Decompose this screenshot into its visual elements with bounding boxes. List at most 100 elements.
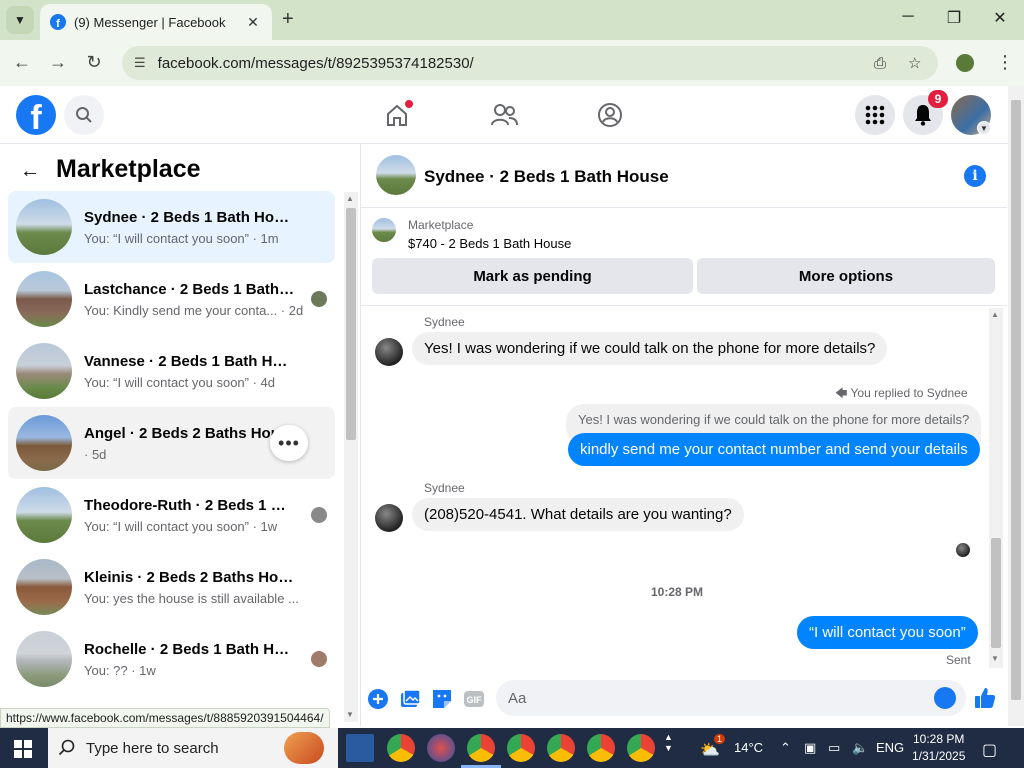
- info-icon[interactable]: i: [964, 165, 986, 187]
- conversation-preview: You: “I will contact you soon” · 1w: [84, 518, 278, 534]
- facebook-logo-icon[interactable]: f: [16, 95, 56, 135]
- listing-thumbnail: [16, 559, 72, 615]
- taskbar-scroll-arrows[interactable]: ▲ ▼: [664, 732, 673, 754]
- taskbar-app-icon[interactable]: [427, 734, 455, 762]
- mark-as-pending-button[interactable]: Mark as pending: [372, 258, 693, 294]
- listing-thumbnail: [16, 271, 72, 327]
- friends-nav[interactable]: [487, 98, 521, 132]
- conversation-item[interactable]: Sydnee · 2 Beds 1 Bath House You: “I will…: [8, 191, 335, 263]
- search-button[interactable]: [64, 95, 104, 135]
- more-actions-button[interactable]: [367, 688, 389, 710]
- gif-button[interactable]: GIF: [463, 688, 485, 710]
- address-bar[interactable]: ☰ facebook.com/messages/t/89253953741825…: [122, 46, 938, 80]
- close-window-button[interactable]: ✕: [990, 8, 1010, 28]
- start-button[interactable]: [14, 740, 32, 763]
- scrollbar-thumb[interactable]: [346, 208, 356, 440]
- chrome-icon[interactable]: [507, 734, 535, 762]
- reply-arrow-icon: 🡄: [835, 386, 851, 400]
- like-button[interactable]: [973, 686, 997, 710]
- sender-avatar[interactable]: [375, 504, 403, 532]
- chat-title[interactable]: Sydnee · 2 Beds 1 Bath House: [424, 167, 669, 187]
- message-input[interactable]: Aa: [496, 680, 966, 716]
- emoji-icon[interactable]: [934, 687, 956, 709]
- conversation-preview: You: “I will contact you soon” · 1m: [84, 230, 279, 246]
- conversation-name: Vannese · 2 Beds 1 Bath House: [84, 352, 296, 370]
- attach-photo-button[interactable]: [399, 688, 421, 710]
- scrollbar-thumb[interactable]: [1011, 100, 1021, 700]
- chat-listing-thumbnail[interactable]: [376, 155, 416, 195]
- language-indicator[interactable]: ENG: [876, 740, 904, 755]
- scroll-up-icon[interactable]: ▲: [346, 194, 354, 203]
- chevron-down-icon[interactable]: ▼: [977, 121, 991, 135]
- conversation-preview: You: “I will contact you soon” · 4d: [84, 374, 276, 390]
- conversation-item[interactable]: Rochelle · 2 Beds 1 Bath House You: ?? · …: [8, 623, 335, 695]
- scroll-up-icon[interactable]: ▲: [991, 310, 999, 319]
- chrome-icon[interactable]: [587, 734, 615, 762]
- listing-title[interactable]: $740 - 2 Beds 1 Bath House: [408, 236, 571, 251]
- menu-button[interactable]: [855, 95, 895, 135]
- tray-chevron-icon[interactable]: ⌃: [780, 740, 791, 756]
- browser-tab[interactable]: f (9) Messenger | Facebook ✕: [40, 4, 272, 40]
- chrome-icon[interactable]: [547, 734, 575, 762]
- incoming-message[interactable]: Yes! I was wondering if we could talk on…: [412, 332, 888, 365]
- browser-profile-icon[interactable]: [956, 54, 974, 72]
- listing-thumbnail: [16, 415, 72, 471]
- bookmark-star-icon[interactable]: ☆: [908, 54, 921, 72]
- more-options-button[interactable]: More options: [697, 258, 995, 294]
- sender-avatar[interactable]: [375, 338, 403, 366]
- taskbar-search-placeholder: Type here to search: [86, 739, 219, 757]
- conversation-item[interactable]: Kleinis · 2 Beds 2 Baths House You: yes t…: [8, 551, 335, 623]
- taskbar-clock[interactable]: 10:28 PM 1/31/2025: [912, 731, 965, 765]
- volume-icon[interactable]: 🔈: [852, 740, 868, 756]
- sender-name: Sydnee: [424, 481, 465, 495]
- back-button[interactable]: ←: [10, 52, 34, 73]
- incoming-message[interactable]: (208)520-4541. What details are you want…: [412, 498, 744, 531]
- outgoing-message[interactable]: “I will contact you soon”: [797, 616, 978, 649]
- thumbs-up-icon: [975, 688, 996, 708]
- network-icon[interactable]: ▭: [828, 740, 840, 756]
- forward-button[interactable]: →: [46, 52, 70, 73]
- listing-small-thumbnail[interactable]: [372, 218, 396, 242]
- seen-avatar: [311, 651, 327, 667]
- conversation-name: Theodore-Ruth · 2 Beds 1 Bat...: [84, 496, 296, 514]
- install-app-icon[interactable]: ⎙: [874, 55, 886, 72]
- chrome-icon[interactable]: [461, 734, 501, 768]
- scrollbar-thumb[interactable]: [991, 538, 1001, 648]
- plus-circle-icon: [368, 689, 388, 709]
- close-tab-icon[interactable]: ✕: [244, 14, 262, 31]
- groups-nav[interactable]: [593, 98, 627, 132]
- reply-indicator-text: You replied to Sydnee: [850, 386, 968, 400]
- page-scrollbar[interactable]: [1008, 86, 1024, 726]
- weather-temp[interactable]: 14°C: [734, 740, 763, 755]
- conversation-item[interactable]: Lastchance · 2 Beds 1 Bath Ho... You: Kin…: [8, 263, 335, 335]
- taskbar-app-icon[interactable]: [346, 734, 374, 762]
- conversation-name: Angel · 2 Beds 2 Baths House: [84, 424, 296, 442]
- message-thread-scrollbar[interactable]: ▲ ▼: [989, 308, 1003, 668]
- conversation-list-scrollbar[interactable]: ▲ ▼: [344, 192, 358, 722]
- scroll-down-icon[interactable]: ▼: [346, 710, 354, 719]
- reload-button[interactable]: ↻: [82, 52, 106, 73]
- conversation-item[interactable]: Vannese · 2 Beds 1 Bath House You: “I wil…: [8, 335, 335, 407]
- tray-device-icon[interactable]: ▣: [804, 740, 816, 756]
- minimize-button[interactable]: ─: [898, 8, 918, 26]
- gif-label: GIF: [467, 695, 483, 705]
- chrome-icon[interactable]: [387, 734, 415, 762]
- friends-icon: [491, 104, 518, 126]
- sticker-button[interactable]: [431, 688, 453, 710]
- taskbar-search[interactable]: Type here to search: [48, 728, 338, 768]
- conversation-item[interactable]: Theodore-Ruth · 2 Beds 1 Bat... You: “I w…: [8, 479, 335, 551]
- browser-menu-icon[interactable]: ⋮: [996, 52, 1014, 73]
- scroll-down-icon[interactable]: ▼: [991, 654, 999, 663]
- outgoing-message[interactable]: kindly send me your contact number and s…: [568, 433, 980, 466]
- tab-search-button[interactable]: ▼: [6, 6, 34, 34]
- site-info-icon[interactable]: ☰: [134, 55, 146, 71]
- notifications-center-icon[interactable]: ▢: [982, 740, 997, 760]
- back-arrow-icon[interactable]: ←: [20, 160, 40, 183]
- conversation-name: Kleinis · 2 Beds 2 Baths House: [84, 568, 296, 586]
- windows-logo-icon: [14, 740, 32, 758]
- restore-button[interactable]: ❐: [944, 8, 964, 28]
- new-tab-button[interactable]: +: [282, 8, 294, 31]
- conversation-options-button[interactable]: •••: [270, 425, 308, 461]
- chrome-icon[interactable]: [627, 734, 655, 762]
- conversation-preview: You: yes the house is still available ..…: [84, 590, 304, 606]
